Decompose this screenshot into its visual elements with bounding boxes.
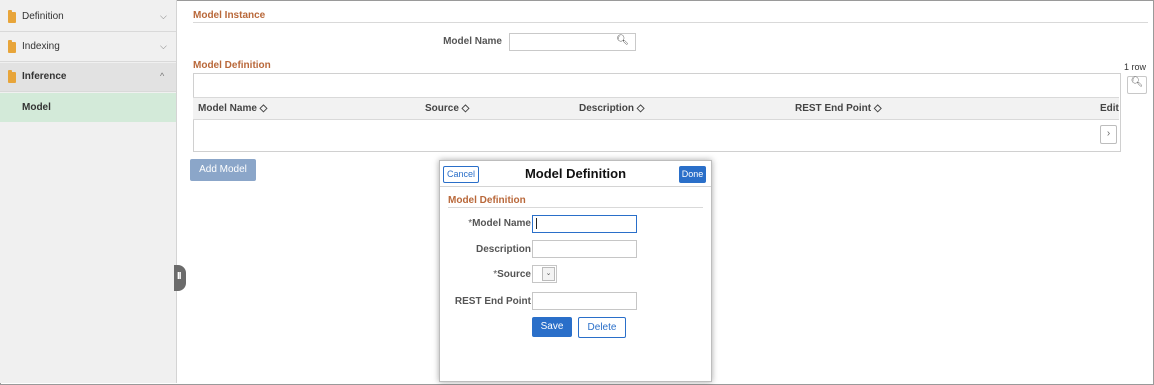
grid-search-button[interactable]: 🔍︎ <box>1127 76 1147 94</box>
model-name-field[interactable] <box>532 215 637 233</box>
sidebar-collapse-handle[interactable]: II <box>174 265 186 291</box>
modal-section-title: Model Definition <box>448 195 526 206</box>
sidebar-item-label: Indexing <box>22 41 60 52</box>
model-name-search-input[interactable]: 🔍︎ <box>509 33 636 51</box>
done-button[interactable]: Done <box>679 166 706 183</box>
sidebar-item-label: Definition <box>22 11 64 22</box>
column-model-name[interactable]: Model Name ◇ <box>198 103 267 114</box>
sidebar-item-indexing[interactable]: Indexing ⌵ <box>0 33 176 62</box>
search-icon: 🔍︎ <box>1130 77 1144 88</box>
section-divider <box>193 22 1148 23</box>
modal-header-divider <box>440 186 711 187</box>
folder-icon <box>8 70 16 83</box>
source-field-label: *Source <box>493 269 531 280</box>
cancel-button[interactable]: Cancel <box>443 166 479 183</box>
modal-title: Model Definition <box>524 166 627 181</box>
column-description[interactable]: Description ◇ <box>579 103 644 114</box>
collapse-icon: II <box>177 271 181 282</box>
add-model-button[interactable]: Add Model <box>190 159 256 181</box>
model-name-label: Model Name <box>443 36 502 47</box>
row-count: 1 row <box>1124 62 1147 72</box>
chevron-down-icon: ⌵ <box>160 41 167 51</box>
folder-icon <box>8 10 16 23</box>
sidebar-item-label: Model <box>22 102 51 113</box>
delete-button[interactable]: Delete <box>578 317 626 338</box>
chevron-up-icon: ^ <box>160 71 165 81</box>
source-select[interactable]: ⌄ <box>532 265 557 283</box>
column-edit: Edit <box>1100 103 1119 114</box>
text-caret <box>536 218 537 229</box>
edit-row-button[interactable]: › <box>1100 125 1117 144</box>
rest-end-point-field-label: REST End Point <box>454 296 531 307</box>
description-field[interactable] <box>532 240 637 258</box>
rest-end-point-field[interactable] <box>532 292 637 310</box>
sidebar: Definition ⌵ Indexing ⌵ Inference ^ Mode… <box>0 0 177 383</box>
save-button[interactable]: Save <box>532 317 572 337</box>
model-instance-title: Model Instance <box>193 10 266 21</box>
sidebar-item-label: Inference <box>22 71 67 82</box>
description-field-label: Description <box>475 244 531 255</box>
modal-section-divider <box>448 207 703 208</box>
model-definition-modal: Model Definition Cancel Done Model Defin… <box>439 160 712 382</box>
sidebar-item-definition[interactable]: Definition ⌵ <box>0 3 176 32</box>
sidebar-item-model[interactable]: Model <box>0 93 176 122</box>
grid-header <box>193 97 1119 120</box>
folder-icon <box>8 40 16 53</box>
column-source[interactable]: Source ◇ <box>425 103 469 114</box>
sidebar-item-inference[interactable]: Inference ^ <box>0 63 176 92</box>
chevron-down-icon: ⌄ <box>542 267 555 281</box>
model-name-field-label: *Model Name <box>468 218 531 229</box>
column-rest-end-point[interactable]: REST End Point ◇ <box>795 103 882 114</box>
model-definition-title: Model Definition <box>193 60 271 71</box>
search-icon[interactable]: 🔍︎ <box>616 35 629 46</box>
chevron-down-icon: ⌵ <box>160 11 167 21</box>
